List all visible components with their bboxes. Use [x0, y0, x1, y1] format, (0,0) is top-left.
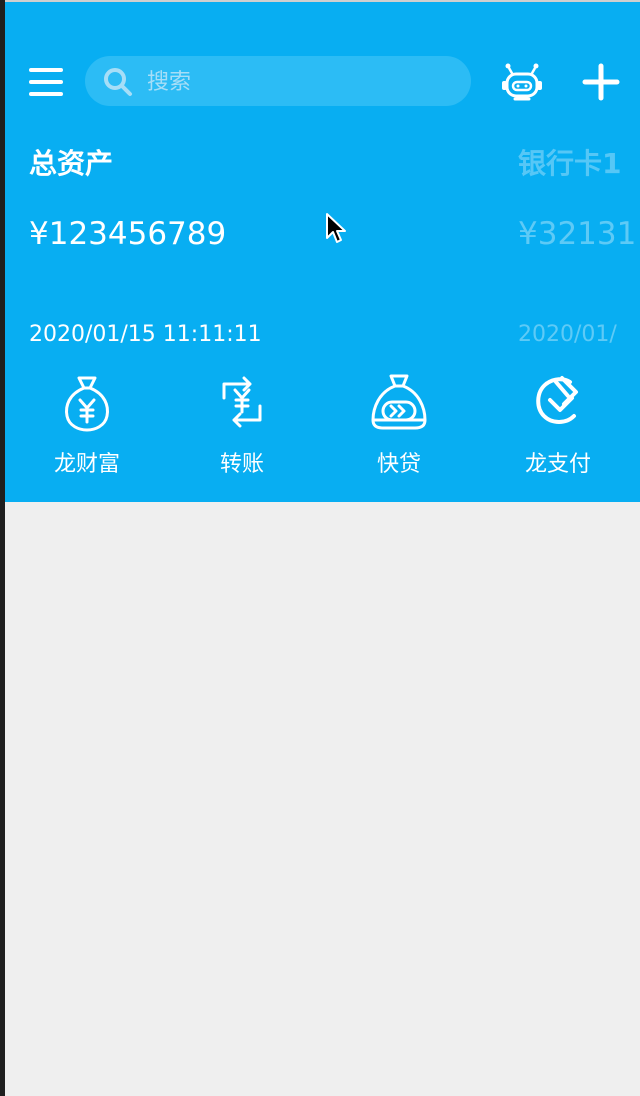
search-input[interactable] [145, 64, 449, 100]
menu-line [29, 92, 63, 96]
shortcut-grid: 龙财富 转账 快贷 龙支付 [5, 370, 640, 490]
card-timestamp: 2020/01/15 11:11:11 [29, 322, 262, 347]
shortcut-label: 快贷 [376, 452, 421, 477]
mouse-cursor-icon [326, 213, 346, 243]
plus-icon[interactable] [581, 62, 621, 102]
shortcut-dragon-pay[interactable]: 龙支付 [488, 370, 628, 478]
shortcut-quick-loan[interactable]: 快贷 [329, 370, 469, 478]
transfer-yuan-icon [222, 376, 262, 428]
money-bag-yuan-icon [65, 376, 109, 432]
card-amount: ¥123456789 [29, 216, 227, 252]
menu-line [29, 68, 63, 72]
dragon-pay-icon [536, 376, 578, 424]
shortcut-label: 龙财富 [53, 452, 120, 477]
search-icon [104, 68, 132, 96]
shortcut-label: 转账 [219, 452, 264, 477]
card-amount: ¥32131 [518, 216, 637, 252]
robot-assistant-icon[interactable] [501, 62, 543, 104]
card-title: 银行卡1 [518, 147, 622, 180]
quick-loan-bag-icon [371, 374, 427, 430]
menu-button[interactable] [27, 68, 65, 96]
asset-carousel[interactable]: 总资产 ¥123456789 2020/01/15 11:11:11 银行卡1 … [5, 142, 640, 352]
shortcut-transfer[interactable]: 转账 [172, 370, 312, 478]
menu-line [29, 80, 63, 84]
card-title: 总资产 [29, 147, 114, 180]
shortcut-label: 龙支付 [524, 452, 591, 477]
top-bar [5, 56, 640, 108]
search-bar[interactable] [85, 56, 471, 106]
card-timestamp: 2020/01/ [518, 322, 617, 347]
shortcut-wealth[interactable]: 龙财富 [17, 370, 157, 478]
header-panel: 总资产 ¥123456789 2020/01/15 11:11:11 银行卡1 … [5, 2, 640, 502]
